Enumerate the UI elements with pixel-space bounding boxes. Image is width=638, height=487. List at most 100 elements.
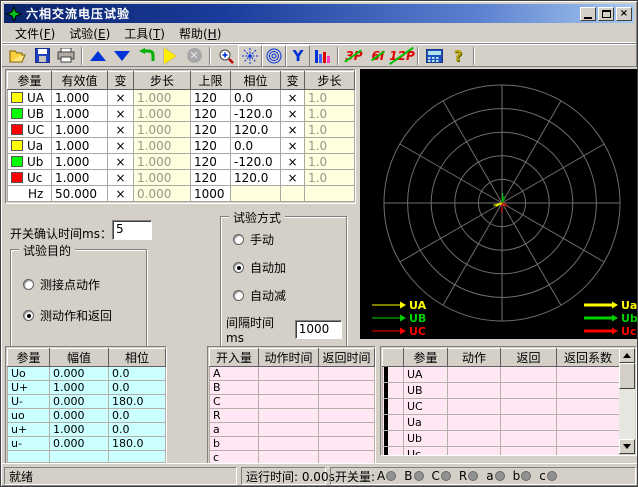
scroll-up-button[interactable] [619,348,635,363]
menu-item[interactable]: 试验(E) [62,24,117,43]
confirm-time-input[interactable]: 5 [112,220,152,240]
test-mode-option[interactable]: 自动加 [233,259,346,276]
close-button[interactable]: × [616,7,632,21]
calculator-button[interactable] [422,45,446,67]
table-cell[interactable]: × [108,122,134,138]
table-cell[interactable]: × [281,170,305,186]
y-connection-button[interactable]: Y [286,45,310,67]
table-cell[interactable]: 120 [191,138,231,154]
test-purpose-option[interactable]: 测动作和返回 [23,307,146,324]
mode-12p-button[interactable]: 12P [390,45,414,67]
table-cell[interactable]: 1000 [191,186,231,202]
row-checkbox[interactable] [384,447,388,457]
table-cell[interactable]: 1.000 [134,170,191,186]
row-checkbox[interactable] [384,415,388,431]
table-cell[interactable]: × [108,154,134,170]
table-cell[interactable]: 1.000 [134,154,191,170]
test-mode-option[interactable]: 自动减 [233,287,346,304]
table-cell[interactable]: 0.0 [231,90,281,106]
help-button[interactable]: ? [446,45,470,67]
table-cell[interactable]: 1.000 [52,138,108,154]
table-cell[interactable]: -120.0 [231,106,281,122]
table-cell[interactable]: 1.000 [52,90,108,106]
menu-item[interactable]: 帮助(H) [172,24,228,43]
radio-button[interactable] [233,262,244,273]
table-cell[interactable]: Ua [8,138,52,154]
menu-item[interactable]: 工具(T) [117,24,172,43]
scrollbar-thumb[interactable] [619,363,635,389]
bar-view-button[interactable] [310,45,334,67]
radio-button[interactable] [233,234,244,245]
table-cell[interactable]: 1.0 [305,154,355,170]
table-cell[interactable]: 0.0 [231,138,281,154]
table-cell[interactable]: UC [8,122,52,138]
maximize-button[interactable] [598,7,614,21]
table-cell[interactable]: -120.0 [231,154,281,170]
radio-button[interactable] [233,290,244,301]
table-cell[interactable]: 120.0 [231,122,281,138]
table-cell[interactable]: 1.000 [52,106,108,122]
table-cell[interactable]: 1.0 [305,106,355,122]
radio-button[interactable] [23,279,34,290]
table-cell[interactable]: 1.000 [134,122,191,138]
table-cell[interactable]: 50.000 [52,186,108,202]
open-button[interactable] [6,45,30,67]
table-cell[interactable]: Hz [8,186,52,202]
zoom-button[interactable] [214,45,238,67]
scroll-down-button[interactable] [619,439,635,454]
table-cell[interactable]: 1.0 [305,170,355,186]
table-cell[interactable]: Uc [8,170,52,186]
table-cell[interactable]: Ub [8,154,52,170]
table-cell[interactable]: 120.0 [231,170,281,186]
test-purpose-option[interactable]: 测接点动作 [23,276,146,293]
start-button[interactable] [158,45,182,67]
table-cell[interactable]: 1.000 [52,122,108,138]
stop-button[interactable]: ✕ [182,45,206,67]
table-cell[interactable]: 1.000 [134,106,191,122]
table-cell[interactable] [231,186,281,202]
table-cell[interactable]: 1.000 [134,90,191,106]
table-cell[interactable]: × [281,106,305,122]
row-checkbox[interactable] [384,431,388,447]
table-cell[interactable]: 120 [191,122,231,138]
table-cell[interactable]: × [108,138,134,154]
row-checkbox[interactable] [384,367,388,383]
table-cell[interactable] [281,186,305,202]
table-cell[interactable]: 120 [191,90,231,106]
table-cell[interactable]: × [108,186,134,202]
table-cell[interactable]: × [281,154,305,170]
table-cell[interactable]: UA [8,90,52,106]
table-cell[interactable]: × [281,122,305,138]
mode-6i-button[interactable]: 6I [366,45,390,67]
vector-view-button[interactable] [238,45,262,67]
table-cell[interactable]: 120 [191,106,231,122]
table-cell[interactable]: 120 [191,154,231,170]
table-cell[interactable]: 1.000 [134,138,191,154]
minimize-button[interactable] [580,7,596,21]
table-cell[interactable]: UB [8,106,52,122]
mode-3p-button[interactable]: 3P [342,45,366,67]
result-table-scrollbar[interactable] [619,348,635,454]
print-button[interactable] [54,45,78,67]
row-checkbox[interactable] [384,399,388,415]
table-cell[interactable]: 1.0 [305,90,355,106]
table-cell[interactable] [305,186,355,202]
table-cell[interactable]: × [108,170,134,186]
table-cell[interactable]: 1.0 [305,138,355,154]
reset-button[interactable] [134,45,158,67]
table-cell[interactable]: × [108,90,134,106]
interval-input[interactable]: 1000 [295,320,342,339]
test-mode-option[interactable]: 手动 [233,231,346,248]
table-cell[interactable]: 1.000 [52,170,108,186]
save-button[interactable] [30,45,54,67]
lower-button[interactable] [110,45,134,67]
table-cell[interactable]: × [108,106,134,122]
table-cell[interactable]: 0.000 [134,186,191,202]
table-cell[interactable]: 1.000 [52,154,108,170]
radio-button[interactable] [23,310,34,321]
table-cell[interactable]: 1.0 [305,122,355,138]
polar-view-button[interactable] [262,45,286,67]
raise-button[interactable] [86,45,110,67]
row-checkbox[interactable] [384,383,388,399]
table-cell[interactable]: × [281,138,305,154]
